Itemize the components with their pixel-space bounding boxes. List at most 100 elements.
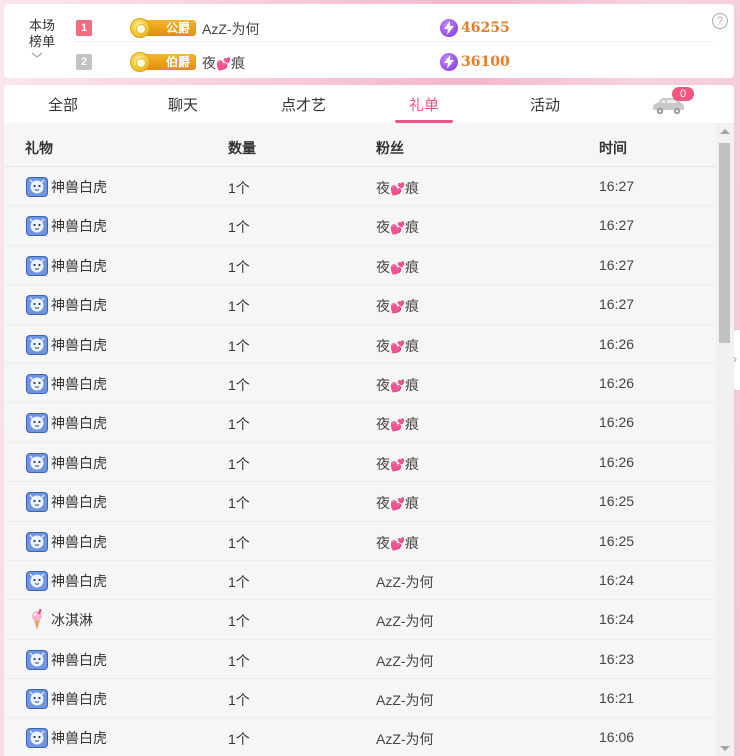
gift-time: 16:27 — [599, 178, 635, 194]
fan-name[interactable]: AzZ-为何 — [376, 729, 434, 749]
tiger-icon — [25, 648, 49, 672]
scrollbar[interactable] — [716, 123, 734, 756]
tab-talent[interactable]: 点才艺 — [281, 94, 326, 115]
gift-qty: 1个 — [228, 337, 250, 354]
heart-icon: 💕 — [390, 300, 405, 315]
gift-time: 16:27 — [599, 217, 635, 234]
scroll-thumb[interactable] — [719, 143, 730, 343]
gift-name: 神兽白虎 — [51, 494, 107, 511]
heart-icon: 💕 — [390, 378, 405, 393]
tiger-icon — [25, 293, 49, 317]
crown-coin-icon — [130, 52, 150, 72]
heart-icon: 💕 — [216, 57, 231, 71]
gift-qty: 1个 — [228, 455, 250, 472]
fan-name[interactable]: AzZ-为何 — [376, 572, 434, 592]
noble-badge-label: 公爵 — [144, 20, 196, 36]
help-icon[interactable]: ? — [712, 13, 728, 29]
tiger-icon — [25, 569, 49, 593]
table-row: 神兽白虎 1个 夜💕痕 16:26 — [4, 443, 716, 483]
fan-name[interactable]: AzZ-为何 — [376, 611, 434, 631]
gift-panel: 全部 聊天 点才艺 礼单 活动 0 礼物 数量 粉丝 时间 神兽白虎 1个 夜💕痕 1… — [4, 85, 734, 756]
gift-cell: 神兽白虎 — [25, 293, 107, 317]
gift-name: 神兽白虎 — [51, 454, 107, 471]
gift-name: 神兽白虎 — [51, 375, 107, 392]
gift-name: 神兽白虎 — [51, 336, 107, 353]
fan-name[interactable]: AzZ-为何 — [376, 690, 434, 710]
tiger-icon — [25, 490, 49, 514]
gift-cell: 冰淇淋 — [25, 608, 93, 632]
tiger-icon — [25, 214, 49, 238]
gift-table: 礼物 数量 粉丝 时间 神兽白虎 1个 夜💕痕 16:27 神兽白虎 1个 夜💕痕 16:27… — [4, 123, 734, 756]
gift-time: 16:27 — [599, 256, 635, 273]
table-row: 神兽白虎 1个 夜💕痕 16:27 — [4, 246, 716, 286]
scroll-up-arrow-icon[interactable] — [720, 129, 730, 134]
fan-name[interactable]: 夜💕痕 — [376, 336, 419, 356]
tiger-icon — [25, 726, 49, 750]
heart-icon: 💕 — [390, 221, 405, 236]
noble-badge-label: 伯爵 — [144, 54, 196, 70]
header-qty: 数量 — [228, 140, 256, 156]
gift-cell: 神兽白虎 — [25, 726, 107, 750]
tab-chat[interactable]: 聊天 — [168, 94, 198, 115]
gift-cell: 神兽白虎 — [25, 372, 107, 396]
heart-icon: 💕 — [390, 182, 405, 196]
scroll-down-arrow-icon[interactable] — [720, 746, 730, 751]
heart-icon: 💕 — [390, 536, 405, 551]
fan-name[interactable]: 夜💕痕 — [376, 454, 419, 474]
rank-position: 2 — [76, 54, 92, 70]
chevron-down-icon[interactable] — [31, 50, 43, 60]
noble-badge-duke: 公爵 — [130, 18, 196, 38]
tab-gift-list[interactable]: 礼单 — [409, 94, 439, 115]
table-row: 神兽白虎 1个 夜💕痕 16:27 — [4, 285, 716, 325]
header-fan: 粉丝 — [376, 140, 404, 156]
noble-badge-earl: 伯爵 — [130, 52, 196, 72]
gift-time: 16:25 — [599, 493, 635, 510]
gift-qty: 1个 — [228, 692, 250, 709]
table-row: 神兽白虎 1个 AzZ-为何 16:23 — [4, 640, 716, 680]
gift-time: 16:24 — [599, 611, 635, 628]
rank-title[interactable]: 本场 榜单 — [26, 18, 58, 50]
rank-card: 本场 榜单 ? 1 公爵 AzZ-为何 46255 2 伯爵 夜💕痕 36100 — [4, 4, 734, 78]
fan-name[interactable]: 夜💕痕 — [376, 533, 419, 553]
table-row: 神兽白虎 1个 夜💕痕 16:27 — [4, 167, 716, 207]
gift-time: 16:21 — [599, 690, 635, 707]
fan-name[interactable]: 夜💕痕 — [376, 414, 419, 434]
gift-name: 神兽白虎 — [51, 730, 107, 747]
fan-name[interactable]: 夜💕痕 — [376, 178, 419, 198]
gift-name: 神兽白虎 — [51, 572, 107, 589]
gift-time: 16:23 — [599, 650, 635, 667]
tiger-icon — [25, 254, 49, 278]
tab-all[interactable]: 全部 — [48, 94, 78, 115]
table-header: 礼物 数量 粉丝 时间 — [4, 123, 716, 167]
gift-name: 冰淇淋 — [51, 612, 93, 629]
header-time: 时间 — [599, 140, 627, 156]
gift-time: 16:06 — [599, 729, 635, 746]
side-collapse-handle[interactable]: › — [733, 330, 740, 390]
fan-name[interactable]: 夜💕痕 — [376, 257, 419, 277]
gift-time: 16:26 — [599, 335, 635, 352]
gift-cell: 神兽白虎 — [25, 569, 107, 593]
car-count-badge: 0 — [672, 87, 694, 101]
rank-user-name[interactable]: AzZ-为何 — [202, 19, 260, 39]
table-body: 神兽白虎 1个 夜💕痕 16:27 神兽白虎 1个 夜💕痕 16:27 神兽白虎 1个 夜💕痕 16:… — [4, 167, 716, 756]
gift-qty: 1个 — [228, 495, 250, 512]
gift-cell: 神兽白虎 — [25, 451, 107, 475]
table-row: 神兽白虎 1个 夜💕痕 16:26 — [4, 364, 716, 404]
gift-cell: 神兽白虎 — [25, 333, 107, 357]
fan-name[interactable]: 夜💕痕 — [376, 217, 419, 237]
fan-name[interactable]: 夜💕痕 — [376, 296, 419, 316]
tab-activity[interactable]: 活动 — [530, 94, 560, 115]
tiger-icon — [25, 175, 49, 199]
gift-name: 神兽白虎 — [51, 533, 107, 550]
gift-name: 神兽白虎 — [51, 257, 107, 274]
fan-name[interactable]: AzZ-为何 — [376, 651, 434, 671]
gift-time: 16:26 — [599, 453, 635, 470]
ice-cream-icon — [25, 608, 49, 632]
gift-time: 16:26 — [599, 414, 635, 431]
crown-coin-icon — [130, 18, 150, 38]
fan-name[interactable]: 夜💕痕 — [376, 493, 419, 513]
rank-user-name[interactable]: 夜💕痕 — [202, 53, 245, 73]
fan-name[interactable]: 夜💕痕 — [376, 375, 419, 395]
gift-qty: 1个 — [228, 180, 250, 196]
rank-row: 2 伯爵 夜💕痕 36100 — [74, 48, 714, 76]
